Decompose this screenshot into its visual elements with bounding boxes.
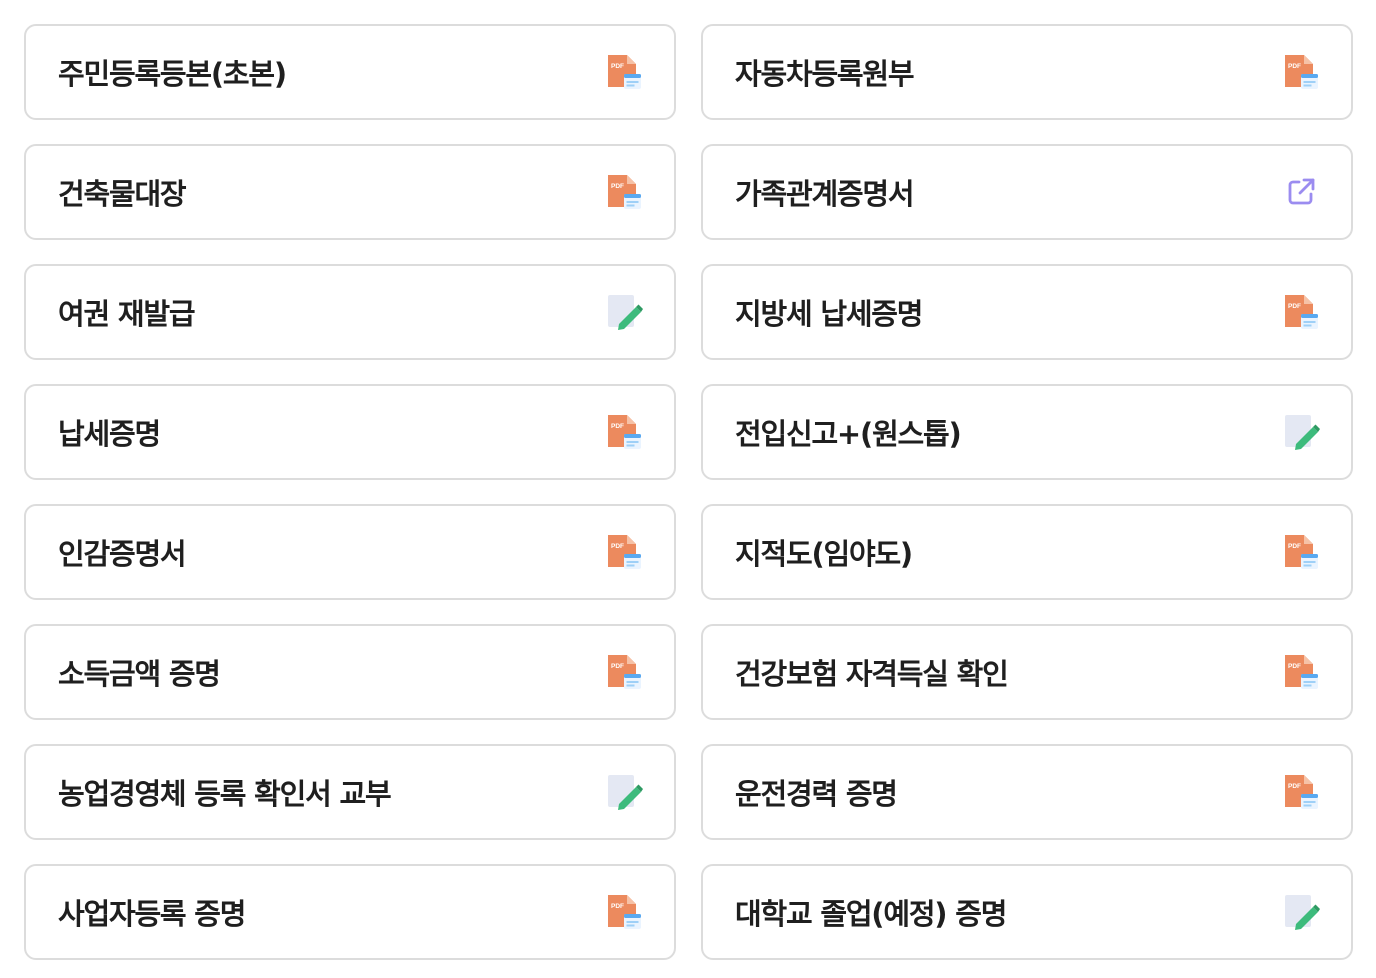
service-label: 전입신고+(원스톱) <box>735 417 962 451</box>
edit-document-icon <box>1281 412 1321 452</box>
service-label: 건축물대장 <box>58 177 187 211</box>
service-card[interactable]: 여권 재발급 <box>24 264 676 360</box>
pdf-file-icon: PDF <box>1281 52 1321 92</box>
service-label: 자동차등록원부 <box>735 57 915 91</box>
svg-text:PDF: PDF <box>611 543 624 550</box>
pdf-file-icon: PDF <box>604 412 644 452</box>
service-label: 납세증명 <box>58 417 161 451</box>
service-card[interactable]: 인감증명서 PDF <box>24 504 676 600</box>
svg-text:PDF: PDF <box>1288 783 1301 790</box>
edit-document-icon <box>604 772 644 812</box>
svg-text:PDF: PDF <box>611 183 624 190</box>
service-label: 건강보험 자격득실 확인 <box>735 657 1009 691</box>
service-label: 주민등록등본(초본) <box>58 57 287 91</box>
external-link-icon <box>1281 172 1321 212</box>
service-card[interactable]: 건축물대장 PDF <box>24 144 676 240</box>
service-card[interactable]: 농업경영체 등록 확인서 교부 <box>24 744 676 840</box>
pdf-file-icon: PDF <box>1281 292 1321 332</box>
pdf-file-icon: PDF <box>604 172 644 212</box>
pdf-file-icon: PDF <box>604 892 644 932</box>
pdf-file-icon: PDF <box>604 652 644 692</box>
service-label: 여권 재발급 <box>58 297 195 331</box>
service-card[interactable]: 주민등록등본(초본) PDF <box>24 24 676 120</box>
service-card[interactable]: 납세증명 PDF <box>24 384 676 480</box>
pdf-file-icon: PDF <box>604 52 644 92</box>
service-card[interactable]: 지방세 납세증명 PDF <box>701 264 1353 360</box>
svg-text:PDF: PDF <box>1288 63 1301 70</box>
service-card[interactable]: 대학교 졸업(예정) 증명 <box>701 864 1353 960</box>
service-label: 대학교 졸업(예정) 증명 <box>735 897 1007 931</box>
service-card[interactable]: 사업자등록 증명 PDF <box>24 864 676 960</box>
pdf-file-icon: PDF <box>1281 532 1321 572</box>
pdf-file-icon: PDF <box>1281 652 1321 692</box>
service-label: 지적도(임야도) <box>735 537 913 571</box>
svg-text:PDF: PDF <box>1288 663 1301 670</box>
svg-text:PDF: PDF <box>1288 303 1301 310</box>
svg-text:PDF: PDF <box>611 63 624 70</box>
service-label: 농업경영체 등록 확인서 교부 <box>58 777 392 811</box>
service-label: 가족관계증명서 <box>735 177 915 211</box>
edit-document-icon <box>1281 892 1321 932</box>
pdf-file-icon: PDF <box>1281 772 1321 812</box>
service-label: 인감증명서 <box>58 537 187 571</box>
service-label: 운전경력 증명 <box>735 777 898 811</box>
svg-text:PDF: PDF <box>611 423 624 430</box>
service-card[interactable]: 건강보험 자격득실 확인 PDF <box>701 624 1353 720</box>
pdf-file-icon: PDF <box>604 532 644 572</box>
service-card[interactable]: 지적도(임야도) PDF <box>701 504 1353 600</box>
service-label: 사업자등록 증명 <box>58 897 246 931</box>
service-card[interactable]: 전입신고+(원스톱) <box>701 384 1353 480</box>
svg-text:PDF: PDF <box>1288 543 1301 550</box>
service-label: 지방세 납세증명 <box>735 297 923 331</box>
service-label: 소득금액 증명 <box>58 657 221 691</box>
svg-text:PDF: PDF <box>611 663 624 670</box>
service-card[interactable]: 가족관계증명서 <box>701 144 1353 240</box>
service-card[interactable]: 운전경력 증명 PDF <box>701 744 1353 840</box>
svg-text:PDF: PDF <box>611 903 624 910</box>
service-card[interactable]: 자동차등록원부 PDF <box>701 24 1353 120</box>
service-card[interactable]: 소득금액 증명 PDF <box>24 624 676 720</box>
edit-document-icon <box>604 292 644 332</box>
service-grid: 주민등록등본(초본) PDF 자동차등록원부 PDF 건축물대장 PDF 가족관계증명… <box>24 24 1353 960</box>
